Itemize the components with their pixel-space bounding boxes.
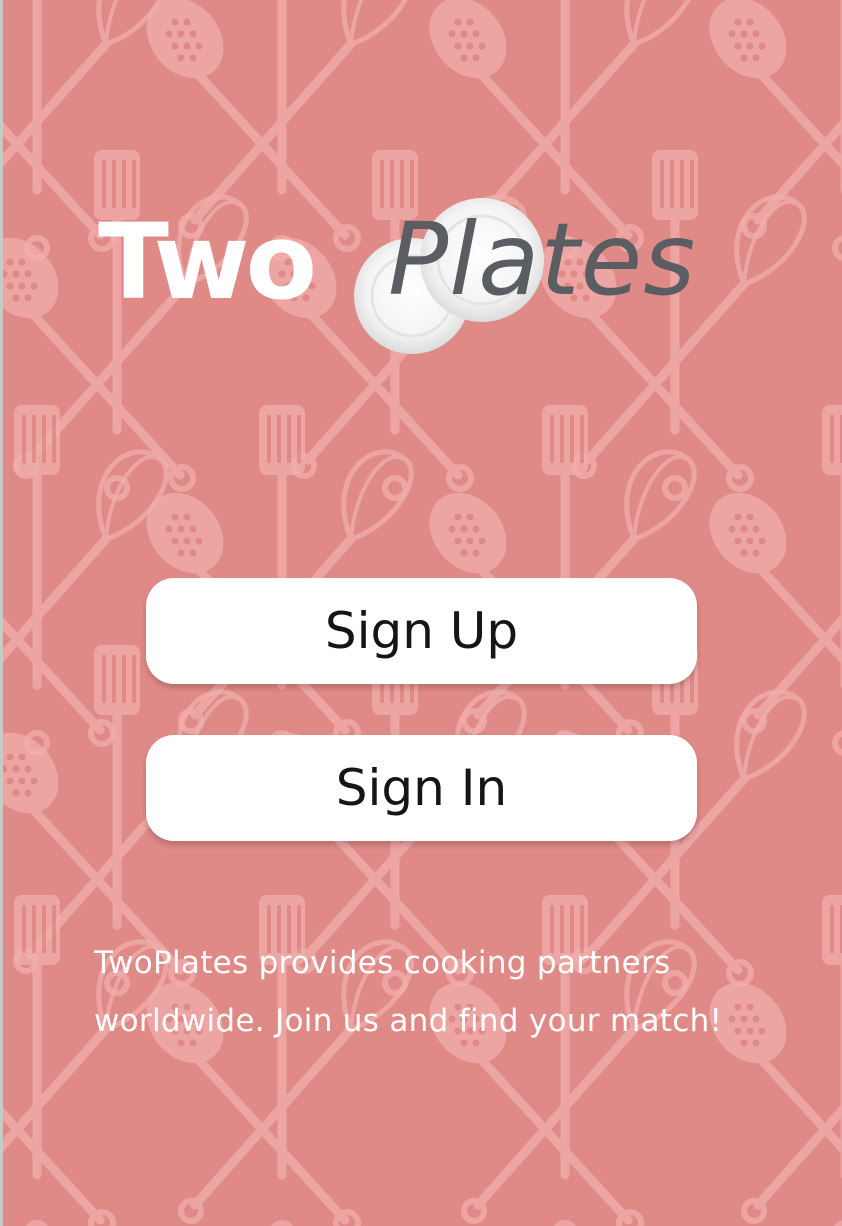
window-edge — [0, 0, 3, 1226]
logo-text-plates: Plates — [388, 201, 697, 318]
logo-text-two: Two — [98, 201, 317, 323]
tagline: TwoPlates provides cooking partners worl… — [94, 934, 814, 1050]
sign-in-label: Sign In — [335, 759, 508, 817]
tagline-line-2: worldwide. Join us and find your match! — [94, 1003, 723, 1039]
app-logo: Two Plates — [96, 196, 756, 366]
sign-in-button[interactable]: Sign In — [146, 735, 697, 841]
tagline-line-1: TwoPlates provides cooking partners — [94, 945, 671, 981]
sign-up-label: Sign Up — [324, 602, 519, 660]
sign-up-button[interactable]: Sign Up — [146, 578, 697, 684]
